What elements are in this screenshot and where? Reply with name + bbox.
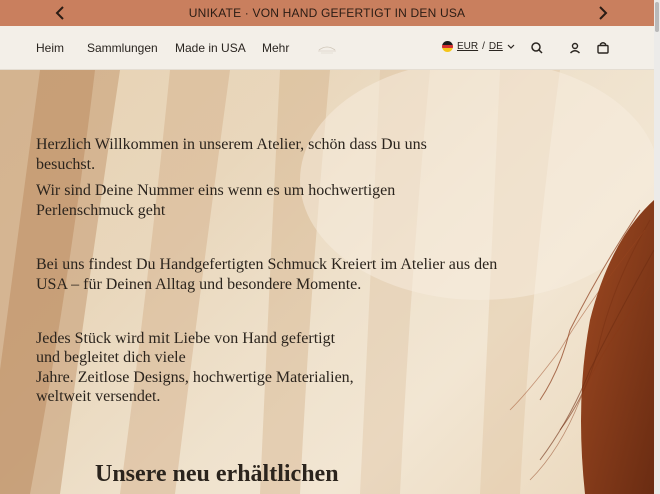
germany-flag-icon (442, 41, 453, 52)
hero-section: Herzlich Willkommen in unserem Atelier, … (0, 70, 654, 494)
intro-paragraph: Herzlich Willkommen in unserem Atelier, … (36, 136, 427, 173)
logo[interactable] (315, 40, 339, 56)
search-icon[interactable] (529, 40, 545, 56)
section-headline: Unsere neu erhältlichen (95, 461, 339, 487)
locale-separator: / (482, 41, 485, 52)
announcement-text: UNIKATE · VON HAND GEFERTIGT IN DEN USA (188, 6, 466, 20)
chevron-down-icon (507, 44, 515, 49)
craft-line-1: Jedes Stück wird mit Liebe von Hand gefe… (36, 330, 336, 347)
site-header: Heim Sammlungen Made in USA Mehr EUR / D… (0, 26, 654, 70)
scrollbar-thumb[interactable] (655, 2, 659, 32)
craft-line-2: und begleitet dich viele (36, 349, 186, 366)
cart-icon[interactable] (595, 40, 611, 56)
announcement-prev-button[interactable] (51, 4, 69, 22)
currency-label: EUR (457, 41, 479, 52)
craft-line-4: weltweit versendet. (36, 388, 161, 405)
account-icon[interactable] (567, 40, 583, 56)
locale-selector[interactable]: EUR / DE (442, 41, 515, 52)
chevron-right-icon (599, 6, 608, 20)
page-scrollbar[interactable] (654, 0, 660, 494)
nav-item-heim[interactable]: Heim (36, 41, 64, 55)
tagline-paragraph: Wir sind Deine Nummer eins wenn es um ho… (36, 182, 396, 219)
nav-item-made-in-usa[interactable]: Made in USA (175, 41, 246, 55)
announcement-bar: UNIKATE · VON HAND GEFERTIGT IN DEN USA (0, 0, 654, 26)
language-label: DE (488, 41, 503, 52)
announcement-next-button[interactable] (594, 4, 612, 22)
craft-line-3: Jahre. Zeitlose Designs, hochwertige Mat… (36, 369, 354, 386)
chevron-left-icon (55, 6, 64, 20)
about-paragraph: Bei uns findest Du Handgefertigten Schmu… (36, 256, 498, 293)
nav-item-sammlungen[interactable]: Sammlungen (87, 41, 158, 55)
nav-item-mehr[interactable]: Mehr (262, 41, 289, 55)
